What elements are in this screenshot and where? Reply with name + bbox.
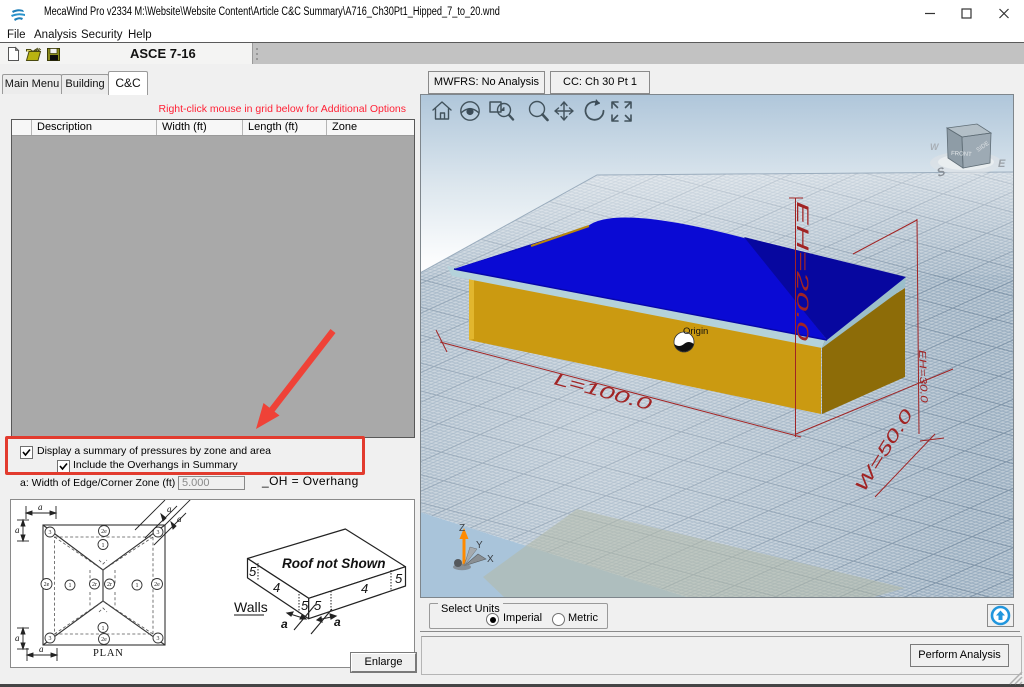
svg-text:2e: 2e — [154, 582, 160, 588]
svg-text:a: a — [167, 504, 172, 514]
svg-text:2e: 2e — [44, 582, 50, 588]
svg-text:a: a — [15, 633, 20, 643]
svg-text:3: 3 — [49, 636, 52, 642]
svg-text:a: a — [15, 525, 20, 535]
svg-text:3: 3 — [157, 636, 160, 642]
svg-text:a: a — [39, 644, 44, 654]
svg-text:2e: 2e — [101, 529, 107, 535]
svg-text:3: 3 — [49, 530, 52, 536]
svg-text:2r: 2r — [92, 582, 97, 588]
svg-text:EH=30.0: EH=30.0 — [916, 350, 930, 404]
svg-text:4: 4 — [273, 580, 280, 595]
svg-text:5: 5 — [395, 571, 403, 586]
svg-text:2e: 2e — [101, 637, 107, 643]
svg-text:a: a — [281, 617, 288, 631]
svg-text:1: 1 — [136, 583, 139, 589]
svg-text:E: E — [998, 158, 1006, 170]
svg-text:1: 1 — [102, 543, 105, 549]
svg-text:PLAN: PLAN — [93, 648, 124, 659]
svg-text:1: 1 — [102, 626, 105, 632]
svg-text:a: a — [38, 502, 43, 512]
svg-text:Walls: Walls — [234, 599, 268, 615]
svg-text:Y: Y — [476, 540, 483, 551]
svg-text:Z: Z — [459, 523, 465, 534]
svg-text:2r: 2r — [107, 582, 112, 588]
svg-text:5: 5 — [249, 564, 257, 579]
svg-text:Origin: Origin — [683, 326, 708, 337]
svg-text:1: 1 — [69, 583, 72, 589]
svg-text:a: a — [177, 514, 182, 524]
svg-text:5: 5 — [301, 598, 309, 613]
svg-text:X: X — [487, 554, 494, 565]
svg-text:Roof not Shown: Roof not Shown — [282, 556, 385, 571]
svg-text:FRONT: FRONT — [951, 151, 972, 158]
svg-text:3: 3 — [157, 530, 160, 536]
svg-text:EH=20.0: EH=20.0 — [793, 201, 812, 341]
svg-text:4: 4 — [361, 581, 368, 596]
